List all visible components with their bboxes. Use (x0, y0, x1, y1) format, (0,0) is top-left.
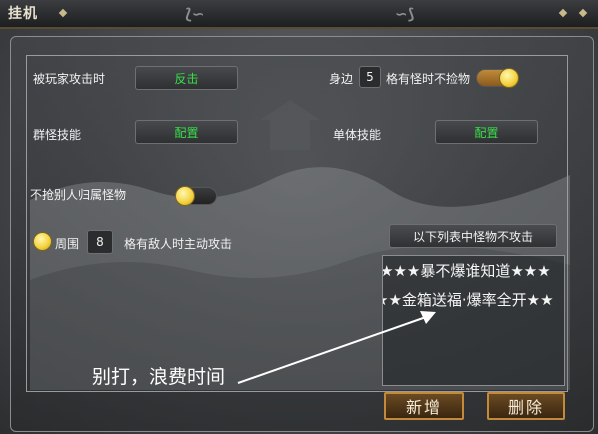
add-button[interactable]: 新增 (384, 392, 464, 420)
annotation-arrow-icon (237, 311, 436, 384)
annotation-text: 别打，浪费时间 (92, 366, 226, 388)
settings-window: 挂机 ⟅∽ ∽⟆ 被玩家攻击时 反击 身边 5 格有怪时不捡物 群怪技能 配置 … (0, 0, 598, 434)
delete-button[interactable]: 删除 (487, 392, 565, 420)
